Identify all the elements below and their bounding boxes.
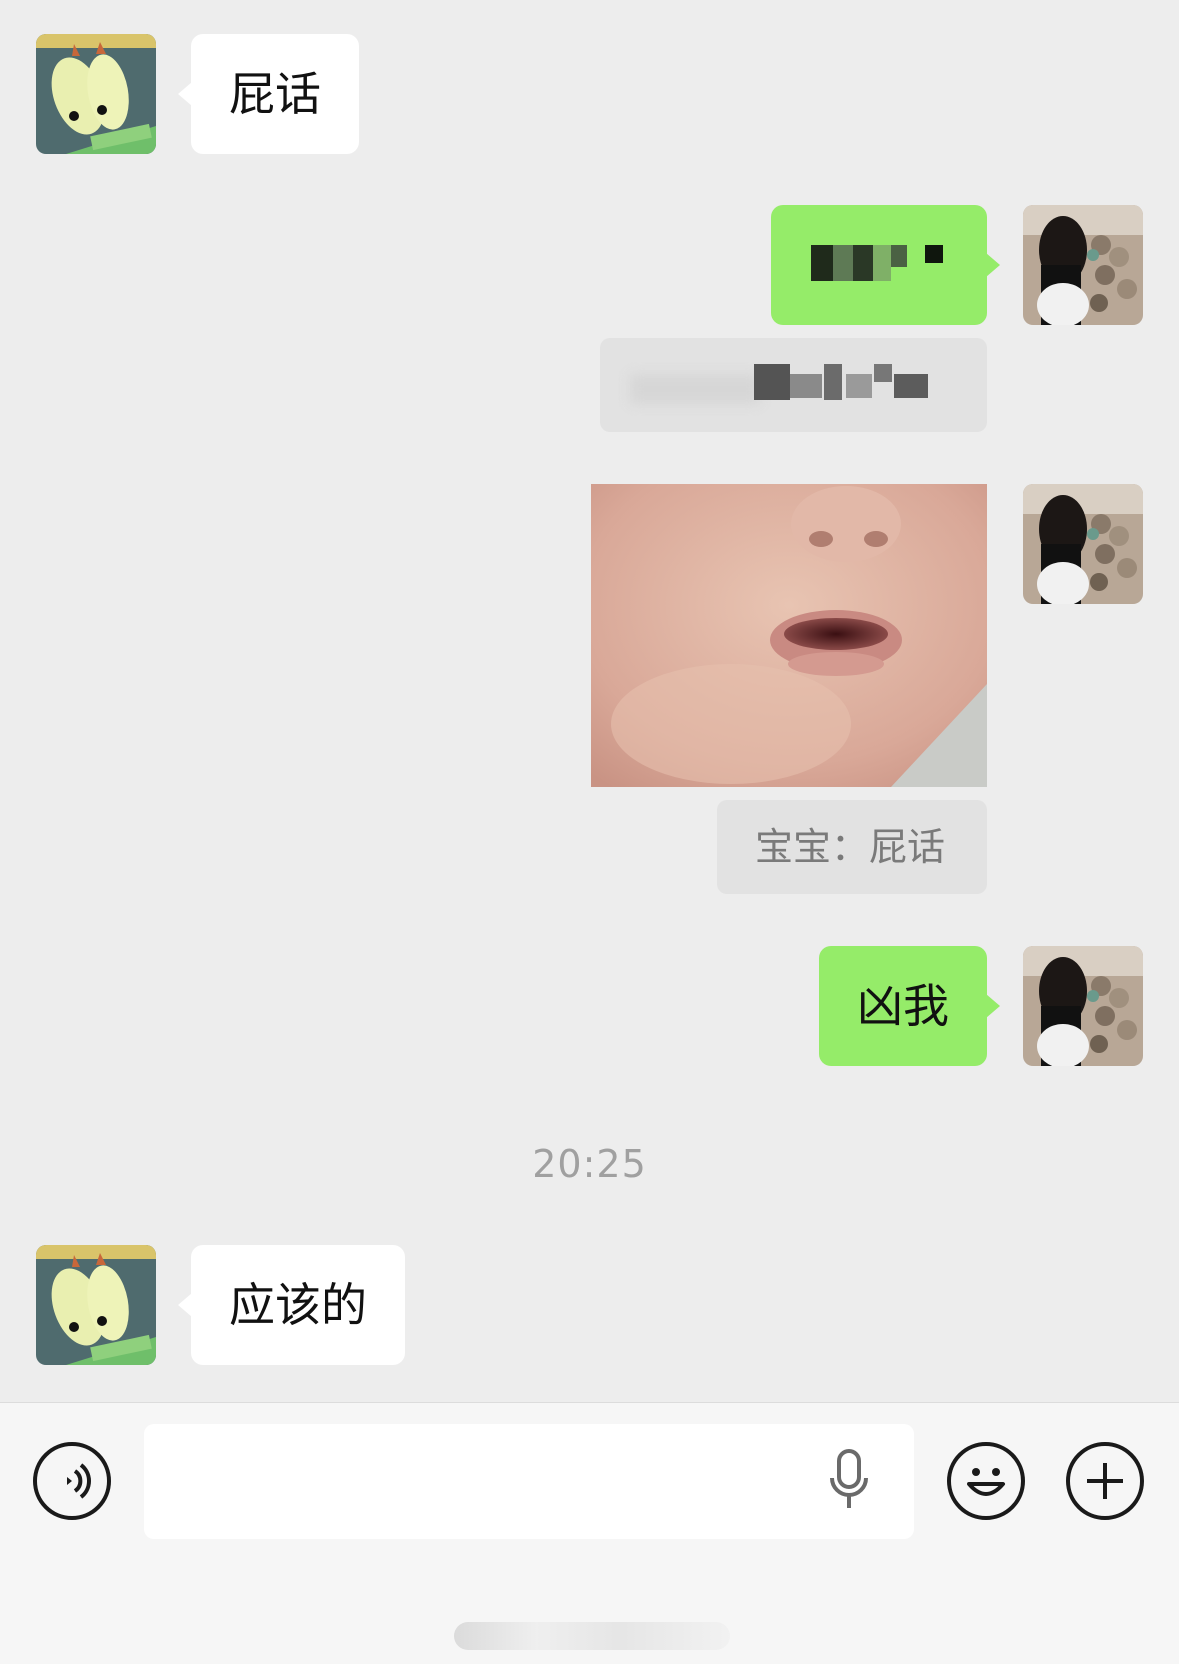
message-timestamp: 20:25: [532, 1142, 647, 1186]
censor-pixel: [874, 364, 892, 382]
received-message-bubble[interactable]: 应该的: [178, 1245, 405, 1365]
cartoon-avatar-image: [36, 1245, 156, 1365]
sent-image-message[interactable]: [591, 484, 987, 787]
received-message-bubble[interactable]: 屁话: [178, 34, 359, 154]
input-bar: [0, 1402, 1179, 1664]
censor-pixel: [873, 245, 891, 281]
censor-pixel: [925, 245, 943, 263]
plus-icon: [1087, 1463, 1123, 1499]
censor-pixel: [811, 245, 833, 281]
censor-pixel: [853, 245, 873, 281]
quoted-message[interactable]: [600, 338, 987, 432]
censor-pixel: [846, 374, 872, 398]
message-text: 应该的: [229, 1278, 367, 1332]
photo-avatar-image: [1023, 946, 1143, 1066]
censor-pixel: [833, 245, 853, 281]
cartoon-avatar-image: [36, 34, 156, 154]
photo-avatar-image: [1023, 484, 1143, 604]
contact-avatar[interactable]: [36, 1245, 156, 1365]
quote-text: 宝宝：屁话: [755, 825, 946, 869]
voice-toggle-icon: [67, 1463, 91, 1499]
chat-area: 屁话 宝宝：屁话 凶我 20:25 应该的: [0, 0, 1179, 1402]
emoji-icon: [967, 1468, 1005, 1496]
microphone-icon[interactable]: [824, 1446, 874, 1516]
censor-blur: [630, 374, 760, 404]
baby-face-photo: [591, 484, 987, 787]
message-text: 屁话: [229, 67, 321, 121]
voice-toggle-button[interactable]: [33, 1442, 111, 1520]
quoted-message[interactable]: 宝宝：屁话: [717, 800, 987, 894]
more-options-button[interactable]: [1066, 1442, 1144, 1520]
emoji-button[interactable]: [947, 1442, 1025, 1520]
my-avatar[interactable]: [1023, 205, 1143, 325]
censor-pixel: [824, 364, 842, 400]
censor-pixel: [754, 364, 790, 400]
censor-pixel: [891, 245, 907, 267]
censor-pixel: [894, 374, 928, 398]
my-avatar[interactable]: [1023, 946, 1143, 1066]
message-text: 凶我: [857, 979, 949, 1033]
home-indicator: [454, 1622, 730, 1650]
censor-pixel: [790, 374, 822, 398]
sent-message-bubble[interactable]: 凶我: [819, 946, 1000, 1066]
my-avatar[interactable]: [1023, 484, 1143, 604]
photo-avatar-image: [1023, 205, 1143, 325]
message-input[interactable]: [144, 1424, 914, 1539]
contact-avatar[interactable]: [36, 34, 156, 154]
sent-message-bubble[interactable]: [771, 205, 1000, 325]
